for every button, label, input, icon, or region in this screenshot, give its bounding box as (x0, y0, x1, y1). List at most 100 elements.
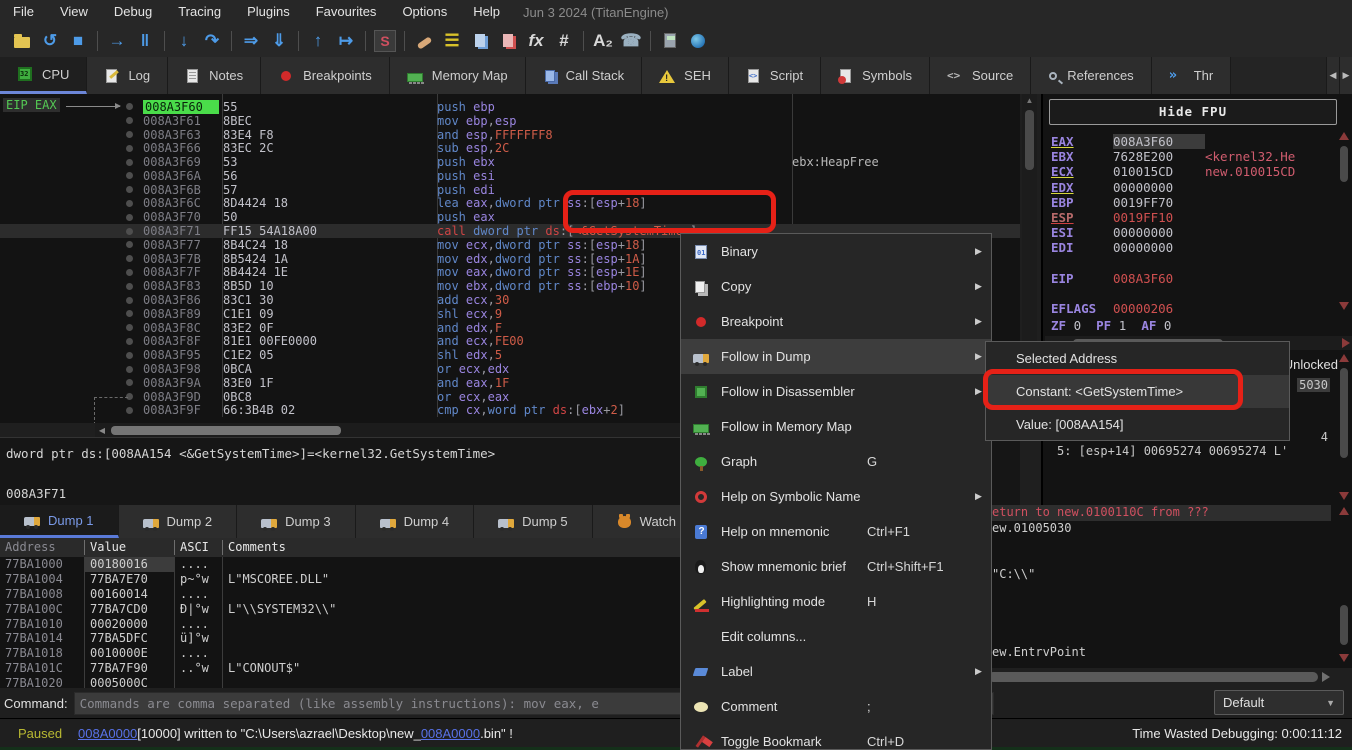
disassembly-row[interactable]: 008A3F618BECmov ebp,esp (0, 114, 1020, 128)
source-pages-button[interactable] (466, 28, 494, 54)
breakpoint-dot[interactable] (126, 255, 143, 262)
breakpoint-dot[interactable] (126, 379, 143, 386)
tab-notes[interactable]: Notes (168, 57, 261, 94)
tab-symbols[interactable]: Symbols (821, 57, 930, 94)
register-row[interactable]: EBP0019FF70 (1051, 195, 1341, 210)
patches-button[interactable] (410, 28, 438, 54)
disassembly-row[interactable]: 008A3F6C8D4424 18lea eax,dword ptr ss:[e… (0, 197, 1020, 211)
status-address-link[interactable]: 008A0000 (78, 726, 137, 741)
references-pages-button[interactable] (494, 28, 522, 54)
register-row[interactable]: ESP0019FF10 (1051, 210, 1341, 225)
disassembly-row[interactable]: 008A3F6683EC 2Csub esp,2C (0, 141, 1020, 155)
context-menu-item-toggle-bookmark[interactable]: Toggle BookmarkCtrl+D (681, 724, 991, 750)
functions-button[interactable]: fx (522, 28, 550, 54)
dump-column-header[interactable]: Value (85, 540, 175, 555)
stop-button[interactable]: ■ (64, 28, 92, 54)
tab-call-stack[interactable]: Call Stack (526, 57, 643, 94)
status-address-link[interactable]: 008A0000 (421, 726, 480, 741)
breakpoint-dot[interactable] (126, 366, 143, 373)
tab-references[interactable]: References (1031, 57, 1151, 94)
register-row[interactable]: EIP008A3F60 (1051, 271, 1341, 286)
disassembly-row[interactable]: 008A3F6953push ebxebx:HeapFree (0, 155, 1020, 169)
submenu-item-constant-getsystemtime[interactable]: Constant: <GetSystemTime> (986, 375, 1289, 408)
menu-view[interactable]: View (47, 0, 101, 24)
context-menu-item-show-mnemonic-brief[interactable]: Show mnemonic briefCtrl+Shift+F1 (681, 549, 991, 584)
register-row[interactable] (1051, 256, 1341, 271)
tab-log[interactable]: Log (87, 57, 168, 94)
snowman-button[interactable]: # (550, 28, 578, 54)
context-menu-item-follow-in-dump[interactable]: Follow in Dump▶ (681, 339, 991, 374)
open-file-button[interactable] (8, 28, 36, 54)
tab-seh[interactable]: SEH (642, 57, 729, 94)
context-menu-item-follow-in-disassembler[interactable]: Follow in Disassembler▶ (681, 374, 991, 409)
context-menu-item-follow-in-memory-map[interactable]: Follow in Memory Map (681, 409, 991, 444)
register-row[interactable]: EBX7628E200<kernel32.He (1051, 149, 1341, 164)
tab-memory-map[interactable]: Memory Map (390, 57, 526, 94)
breakpoint-dot[interactable] (126, 117, 143, 124)
breakpoint-dot[interactable] (126, 324, 143, 331)
tab-scroll-left-button[interactable]: ◀ (1326, 57, 1339, 94)
run-button[interactable]: → (103, 28, 131, 54)
arguments-vertical-scrollbar[interactable] (1337, 354, 1351, 500)
comments-button[interactable]: ☰ (438, 28, 466, 54)
register-row[interactable]: ECX010015CDnew.010015CD (1051, 164, 1341, 179)
trace-over-button[interactable]: ⇓ (265, 28, 293, 54)
stack-horizontal-scrollbar[interactable] (988, 669, 1352, 684)
preferences-button[interactable]: S (371, 28, 399, 54)
trace-into-button[interactable]: ⇒ (237, 28, 265, 54)
context-menu-item-help-on-mnemonic[interactable]: Help on mnemonicCtrl+F1 (681, 514, 991, 549)
context-menu-item-comment[interactable]: Comment; (681, 689, 991, 724)
tab-thr[interactable]: »Thr (1152, 57, 1232, 94)
breakpoint-dot[interactable] (126, 283, 143, 290)
breakpoint-dot[interactable] (126, 241, 143, 248)
context-menu-item-highlighting-mode[interactable]: Highlighting modeH (681, 584, 991, 619)
execute-till-return-button[interactable]: ↑ (304, 28, 332, 54)
dump-column-header[interactable]: Address (0, 540, 85, 555)
stack-line[interactable] (987, 629, 1331, 645)
tab-script[interactable]: Script (729, 57, 821, 94)
disassembly-row[interactable]: 008A3F6383E4 F8and esp,FFFFFFF8 (0, 128, 1020, 142)
dump-column-header[interactable]: ASCI (175, 540, 223, 555)
menu-help[interactable]: Help (460, 0, 513, 24)
tab-breakpoints[interactable]: Breakpoints (261, 57, 390, 94)
register-row[interactable]: EFLAGS00000206 (1051, 301, 1341, 316)
stack-line[interactable] (987, 536, 1331, 552)
register-row[interactable] (1051, 286, 1341, 301)
pause-button[interactable]: ‖ (131, 28, 159, 54)
register-row[interactable]: EDX00000000 (1051, 180, 1341, 195)
submenu-item-value-008aa154[interactable]: Value: [008AA154] (986, 408, 1289, 441)
attach-button[interactable]: ☎ (617, 28, 645, 54)
context-menu-item-help-on-symbolic-name[interactable]: Help on Symbolic Name▶ (681, 479, 991, 514)
menu-options[interactable]: Options (389, 0, 460, 24)
breakpoint-dot[interactable] (126, 297, 143, 304)
context-menu-item-label[interactable]: Label▶ (681, 654, 991, 689)
tab-dump-2[interactable]: Dump 2 (119, 505, 238, 538)
context-menu-item-copy[interactable]: Copy▶ (681, 269, 991, 304)
menu-file[interactable]: File (0, 0, 47, 24)
context-menu-item-binary[interactable]: Binary▶ (681, 234, 991, 269)
assemble-button[interactable]: A₂ (589, 28, 617, 54)
stack-vertical-scrollbar[interactable] (1337, 507, 1351, 662)
menu-favourites[interactable]: Favourites (303, 0, 390, 24)
stack-line[interactable]: eturn to new.0100110C from ??? (987, 505, 1331, 521)
register-row[interactable]: EAX008A3F60 (1051, 134, 1341, 149)
tab-source[interactable]: <>Source (930, 57, 1031, 94)
breakpoint-dot[interactable] (126, 145, 143, 152)
stack-line[interactable]: "C:\\" (987, 567, 1331, 583)
arguments-lock-state[interactable]: Unlocked (1284, 357, 1338, 372)
calling-convention-dropdown[interactable]: Default ▼ (1214, 690, 1344, 715)
tab-dump-1[interactable]: Dump 1 (0, 505, 119, 538)
stack-line[interactable]: ew.EntrvPoint (987, 645, 1331, 661)
stack-line[interactable] (987, 583, 1331, 599)
registers-panel[interactable]: Hide FPU EAX008A3F60EBX7628E200<kernel32… (1041, 94, 1352, 350)
disassembly-row[interactable]: 008A3F6055push ebp (0, 100, 1020, 114)
menu-tracing[interactable]: Tracing (165, 0, 234, 24)
breakpoint-dot[interactable] (126, 269, 143, 276)
step-over-button[interactable]: ↷ (198, 28, 226, 54)
step-into-button[interactable]: ↓ (170, 28, 198, 54)
tab-cpu[interactable]: CPU (0, 57, 87, 94)
context-menu-item-graph[interactable]: GraphG (681, 444, 991, 479)
tab-scroll-right-button[interactable]: ▶ (1339, 57, 1352, 94)
registers-vertical-scrollbar[interactable] (1337, 132, 1351, 310)
breakpoint-dot[interactable] (126, 352, 143, 359)
